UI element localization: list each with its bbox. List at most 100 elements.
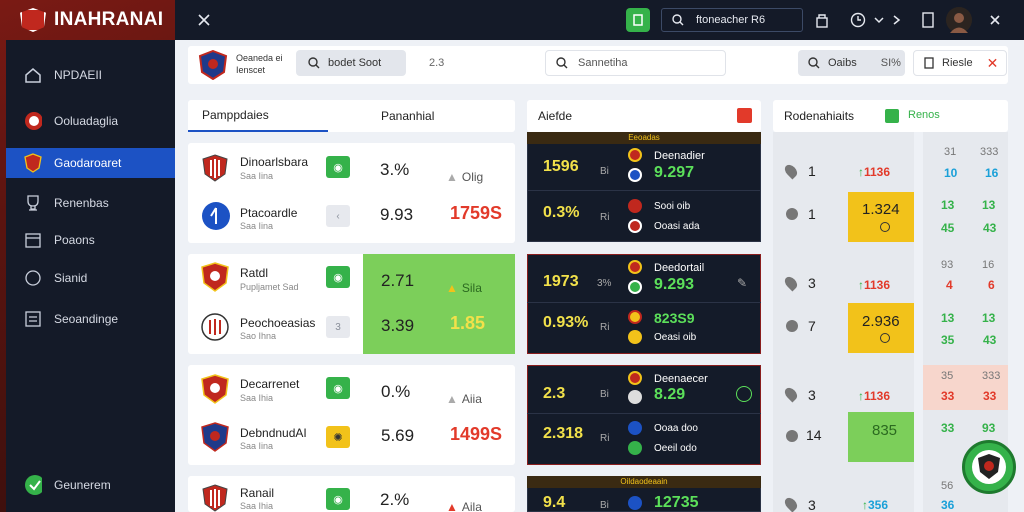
live-panel-header: Oildaodeaain [527,476,761,488]
sidebar-item-label: Gaodaroaret [54,156,122,170]
pin-icon [786,208,798,220]
tab-matches[interactable]: Pamppdaies [188,100,328,132]
live-panel[interactable] [527,254,761,354]
sidebar-item-results[interactable]: Renenbas [6,188,175,218]
sidebar-item-league[interactable]: Ooluadaglia [6,106,175,136]
live-value: 1596 [543,158,579,175]
match-card[interactable] [188,143,515,243]
stat-cell: 56 [941,480,954,492]
toggle-icon[interactable]: ◉ [326,156,350,178]
live-toggle-button[interactable] [626,8,650,32]
sidebar-item-home[interactable]: NPDAEII [6,60,175,90]
sidebar-item-stats[interactable]: Sianid [6,263,175,293]
collapse-icon[interactable] [192,8,216,32]
live-tab-label[interactable]: Aiefde [538,109,572,123]
live-panel[interactable] [527,132,761,242]
list-icon [24,310,42,328]
live-odds[interactable]: 823S9 [654,310,694,326]
live-odds[interactable]: 8.29 [654,386,685,404]
line-value: 5.69 [381,426,415,445]
stat-red-value: 1136 [864,278,891,292]
live-panel[interactable] [527,365,761,465]
toggle-icon[interactable]: ◉ [326,488,350,510]
stats-tab-label[interactable]: Rodenahiaits [784,109,854,123]
wrench-icon[interactable]: ✎ [737,276,753,292]
live-team-name: Deenaecer [654,373,708,385]
record-icon[interactable] [737,108,752,123]
live-odds[interactable]: 9.293 [654,276,694,294]
close-icon[interactable]: ✕ [987,55,999,72]
team-logo-icon [628,168,642,182]
away-team-name: Peochoeasias [240,316,316,330]
sidebar-item-active[interactable]: Gaodaroaret [6,148,175,178]
avatar[interactable] [946,7,972,33]
team-crest-icon [201,312,229,345]
bet-pill[interactable]: bodet Soot [296,50,406,76]
toggle-icon[interactable]: ✺ [326,426,350,448]
tab-financial[interactable]: Pananhial [381,109,434,123]
stat-cell: 45 [941,221,955,235]
stat-cell: 16 [985,166,999,180]
reset-button[interactable]: Riesle ✕ [913,50,1007,76]
live-value: 2.3 [543,385,566,402]
odds-value[interactable]: 1.85 [450,313,485,334]
odds-value[interactable]: 1499S [450,424,502,445]
sidebar-item-positions[interactable]: Poaons [6,225,175,255]
tab-label: Pananhial [381,109,435,123]
team-crest-icon [201,262,229,295]
team-logo-icon [628,148,642,162]
live-odds[interactable]: 12735 [654,494,699,512]
team-logo-icon [628,310,642,324]
live-team-name: Deedortail [654,262,705,274]
team-logo-icon [628,390,642,404]
chevron-down-icon[interactable] [872,8,886,32]
sidebar-footer-status[interactable]: Geunerem [6,470,175,500]
stats-badge[interactable]: Renos [908,109,940,121]
stat-cell: 43 [983,333,997,347]
toggle-icon[interactable]: ◉ [326,377,350,399]
tab-label: Pamppdaies [202,108,269,122]
chevron-right-icon[interactable] [890,8,904,32]
trophy-icon [24,194,42,212]
stat-cell: 93 [941,259,954,271]
live-team-name: Oeasi oib [654,332,697,343]
sidebar-item-settings[interactable]: Seoandinge [6,304,175,334]
info-icon[interactable] [880,222,890,232]
brand-line2: Ienscet [236,65,266,75]
refresh-icon[interactable] [736,386,752,402]
brand-crest-icon [198,49,228,83]
clock-icon[interactable] [848,8,868,32]
stat-cell: 33 [941,421,955,435]
match-card[interactable] [188,365,515,465]
line-value: 9.93 [380,205,414,224]
team-crest-icon [202,484,228,512]
toggle-icon[interactable]: ◉ [326,266,350,288]
chat-icon [24,269,42,287]
lock-icon[interactable] [812,8,832,32]
stat-cell: 36 [941,498,955,512]
document-icon[interactable] [918,8,938,32]
stat-cell: 10 [944,166,958,180]
search-icon [672,14,684,26]
live-odds[interactable]: 9.297 [654,164,694,182]
selected-odds-cell[interactable] [363,254,515,354]
toggle-icon[interactable]: 3 [326,316,350,338]
search-field[interactable]: Sannetiha [545,50,726,76]
line-label: ▲ Aila [446,500,482,512]
stat-red-value: 1136 [864,389,891,403]
info-icon[interactable] [880,333,890,343]
home-team-sub: Pupljamet Sad [240,282,299,292]
app-logo[interactable]: INAHRANAI [20,8,163,32]
live-subvalue: Bi [600,389,609,400]
close-icon[interactable] [985,8,1005,32]
stat-cell: 16 [982,259,995,271]
stat-red-value: 1136 [864,165,891,179]
filter-button[interactable]: Oaibs SI% [798,50,905,76]
sidebar-item-label: Ooluadaglia [54,114,119,128]
topbar-search[interactable]: ftoneacher R6 [661,8,803,32]
toggle-icon[interactable]: ‹ [326,205,350,227]
stat-cell: 35 [941,333,955,347]
club-badge-icon[interactable] [962,440,1016,494]
odds-value[interactable]: 1759S [450,203,502,224]
search-placeholder: Sannetiha [578,57,628,69]
